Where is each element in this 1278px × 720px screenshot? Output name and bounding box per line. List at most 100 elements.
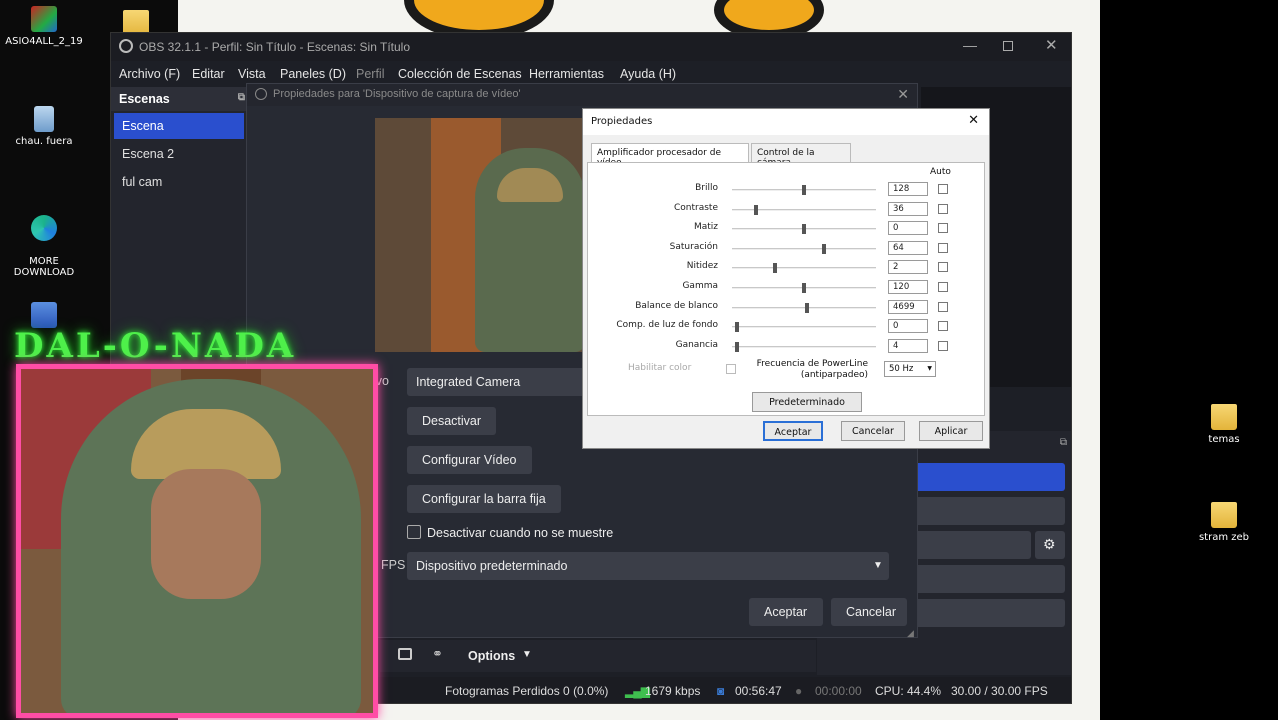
obs-title-bar: OBS 32.1.1 - Perfil: Sin Título - Escena… xyxy=(111,33,1071,61)
menu-vista[interactable]: Vista xyxy=(238,67,266,81)
deactivate-hidden-checkbox[interactable] xyxy=(407,525,421,539)
close-icon[interactable]: ✕ xyxy=(897,86,909,103)
menu-coleccion-escenas[interactable]: Colección de Escenas xyxy=(398,67,522,81)
menu-editar[interactable]: Editar xyxy=(192,67,225,81)
slider-thumb[interactable] xyxy=(822,244,826,254)
slider-thumb[interactable] xyxy=(735,342,739,352)
slider-value-field[interactable]: 4699 xyxy=(888,300,928,314)
slider-label: Contraste xyxy=(674,203,718,213)
device-select[interactable]: Integrated Camera xyxy=(407,368,587,396)
obs-logo-icon xyxy=(119,39,133,53)
asio-icon xyxy=(31,6,57,32)
desktop-icon-edge[interactable]: MORE DOWNLOAD xyxy=(4,204,84,278)
auto-checkbox[interactable] xyxy=(938,282,948,292)
configure-crossbar-button[interactable]: Configurar la barra fija xyxy=(407,485,561,513)
auto-checkbox[interactable] xyxy=(938,341,948,351)
slider-value-field[interactable]: 36 xyxy=(888,202,928,216)
slider-value-field[interactable]: 4 xyxy=(888,339,928,353)
gear-icon[interactable]: ⚙ xyxy=(1035,531,1065,559)
tab-video-proc-amp[interactable]: Amplificador procesador de vídeo xyxy=(591,143,749,168)
dialog-accept-button[interactable]: Aceptar xyxy=(763,421,823,441)
desktop-icon-asio[interactable]: ASIO4ALL_2_19 xyxy=(4,6,84,47)
configure-video-button[interactable]: Configurar Vídeo xyxy=(407,446,532,474)
slider-track[interactable] xyxy=(732,322,876,332)
slider-value-field[interactable]: 64 xyxy=(888,241,928,255)
slider-thumb[interactable] xyxy=(735,322,739,332)
enable-color-label: Habilitar color xyxy=(628,363,692,373)
slider-label: Brillo xyxy=(695,183,718,193)
menu-archivo[interactable]: Archivo (F) xyxy=(119,67,180,81)
slider-track[interactable] xyxy=(732,303,876,313)
desktop-icon-recycle-bin[interactable]: chau. fuera xyxy=(4,106,84,147)
fps-select[interactable]: Dispositivo predeterminado xyxy=(407,552,889,580)
close-icon[interactable]: ✕ xyxy=(968,113,979,128)
folder-icon xyxy=(1211,502,1237,528)
menu-paneles[interactable]: Paneles (D) xyxy=(280,67,346,81)
auto-checkbox[interactable] xyxy=(938,302,948,312)
deactivate-button[interactable]: Desactivar xyxy=(407,407,497,435)
menu-perfil[interactable]: Perfil xyxy=(356,67,384,81)
slider-track[interactable] xyxy=(732,263,876,273)
auto-checkbox[interactable] xyxy=(938,321,948,331)
scene-item[interactable]: Escena xyxy=(114,113,244,139)
auto-checkbox[interactable] xyxy=(938,243,948,253)
auto-checkbox[interactable] xyxy=(938,204,948,214)
slider-label: Saturación xyxy=(669,242,718,252)
slider-value-field[interactable]: 128 xyxy=(888,182,928,196)
auto-checkbox[interactable] xyxy=(938,262,948,272)
close-icon[interactable]: ✕ xyxy=(1045,36,1058,54)
slider-value-field[interactable]: 0 xyxy=(888,319,928,333)
tab-camera-control[interactable]: Control de la cámara xyxy=(751,143,851,168)
slider-thumb[interactable] xyxy=(802,283,806,293)
device-properties-dialog: Propiedades ✕ Amplificador procesador de… xyxy=(582,108,990,449)
dialog-apply-button[interactable]: Aplicar xyxy=(919,421,983,441)
dropped-frames: Fotogramas Perdidos 0 (0.0%) xyxy=(445,684,609,698)
recycle-bin-icon xyxy=(34,106,54,132)
preview-toolbar: ⚭ Options ▼ xyxy=(380,640,816,672)
slider-track[interactable] xyxy=(732,224,876,234)
desktop-icon-label: temas xyxy=(1208,434,1240,445)
resize-grip-icon[interactable]: ◢ xyxy=(907,628,914,639)
slider-track[interactable] xyxy=(732,283,876,293)
slider-value-field[interactable]: 2 xyxy=(888,260,928,274)
default-button[interactable]: Predeterminado xyxy=(752,392,862,412)
filter-icon[interactable]: ⚭ xyxy=(432,646,443,662)
maximize-icon[interactable] xyxy=(1003,41,1013,51)
cancel-button[interactable]: Cancelar xyxy=(831,598,907,626)
enable-color-checkbox[interactable] xyxy=(726,364,736,374)
dock-float-icon[interactable]: ⧉ xyxy=(1060,437,1067,448)
dock-float-icon[interactable]: ⧉ xyxy=(238,92,245,103)
slider-track[interactable] xyxy=(732,244,876,254)
slider-thumb[interactable] xyxy=(773,263,777,273)
options-button[interactable]: Options xyxy=(468,649,515,663)
slider-track[interactable] xyxy=(732,185,876,195)
slider-track[interactable] xyxy=(732,342,876,352)
cpu-usage: CPU: 44.4% xyxy=(875,684,942,698)
slider-label: Matiz xyxy=(693,222,718,232)
minimize-icon[interactable]: — xyxy=(963,37,977,53)
slider-thumb[interactable] xyxy=(805,303,809,313)
dialog-cancel-button[interactable]: Cancelar xyxy=(841,421,905,441)
scene-item[interactable]: ful cam xyxy=(114,169,244,195)
slider-thumb[interactable] xyxy=(802,224,806,234)
slider-thumb[interactable] xyxy=(754,205,758,215)
desktop-icon-temas[interactable]: temas xyxy=(1184,404,1264,445)
stream-icon: ◙ xyxy=(717,684,725,698)
desktop-right-area xyxy=(1100,0,1278,720)
slider-track[interactable] xyxy=(732,205,876,215)
scene-item[interactable]: Escena 2 xyxy=(114,141,244,167)
layout-icon[interactable] xyxy=(398,648,412,660)
menu-ayuda[interactable]: Ayuda (H) xyxy=(620,67,676,81)
powerline-select[interactable]: 50 Hz ▼ xyxy=(884,361,936,377)
auto-checkbox[interactable] xyxy=(938,184,948,194)
slider-value-field[interactable]: 0 xyxy=(888,221,928,235)
slider-thumb[interactable] xyxy=(802,185,806,195)
accept-button[interactable]: Aceptar xyxy=(749,598,823,626)
scenes-header: Escenas ⧉ xyxy=(111,87,247,111)
auto-checkbox[interactable] xyxy=(938,223,948,233)
menu-herramientas[interactable]: Herramientas xyxy=(529,67,604,81)
tab-panel: Auto Brillo 128 Contraste 36 Matiz 0 Saturació… xyxy=(587,162,985,416)
slider-value-field[interactable]: 120 xyxy=(888,280,928,294)
record-time: 00:00:00 xyxy=(815,684,862,698)
desktop-icon-stram-zeb[interactable]: stram zeb xyxy=(1184,502,1264,543)
